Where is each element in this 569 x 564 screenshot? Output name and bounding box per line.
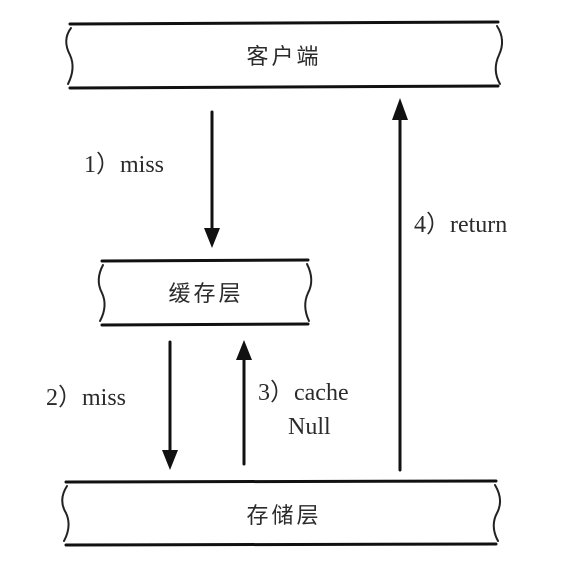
cache-node-top-edge (100, 258, 310, 263)
cache-node-bottom-edge (100, 322, 310, 327)
storage-node-bottom-edge (64, 542, 498, 547)
edge-step4-arrowhead (392, 98, 408, 120)
edge-step4-arrow (392, 98, 408, 472)
storage-node-top-edge (64, 479, 498, 484)
client-node: 客户端 (65, 20, 503, 90)
edge-step1-label: 1）miss (84, 152, 164, 178)
storage-node-right-bracket (492, 484, 501, 542)
edge-step3-label-line1: 3）cache (258, 380, 349, 406)
cache-node-right-bracket (304, 263, 313, 322)
client-node-left-bracket (65, 27, 74, 85)
edge-step1-arrowhead (204, 228, 220, 248)
edge-step3-arrowhead (236, 340, 252, 360)
edge-step2-arrow (162, 340, 178, 470)
client-node-right-bracket (494, 25, 503, 85)
storage-node-left-bracket (61, 485, 70, 542)
edge-step4-label: 4）return (414, 212, 507, 238)
storage-node: 存储层 (61, 479, 501, 547)
edge-step3-label-line2: Null (288, 414, 331, 440)
cache-penetration-diagram: 客户端 缓存层 存储层 1）miss 2）miss 3）cache Null 4… (46, 20, 507, 547)
client-node-label: 客户端 (246, 45, 321, 70)
cache-node: 缓存层 (97, 258, 313, 327)
cache-node-left-bracket (97, 264, 106, 322)
client-node-bottom-edge (68, 84, 500, 90)
edge-step3-arrow (236, 340, 252, 466)
edge-step2-label: 2）miss (46, 385, 126, 411)
edge-step1-arrow (204, 110, 220, 248)
edge-step2-arrowhead (162, 450, 178, 470)
cache-node-label: 缓存层 (168, 282, 243, 307)
client-node-top-edge (68, 20, 500, 26)
storage-node-label: 存储层 (246, 504, 321, 529)
